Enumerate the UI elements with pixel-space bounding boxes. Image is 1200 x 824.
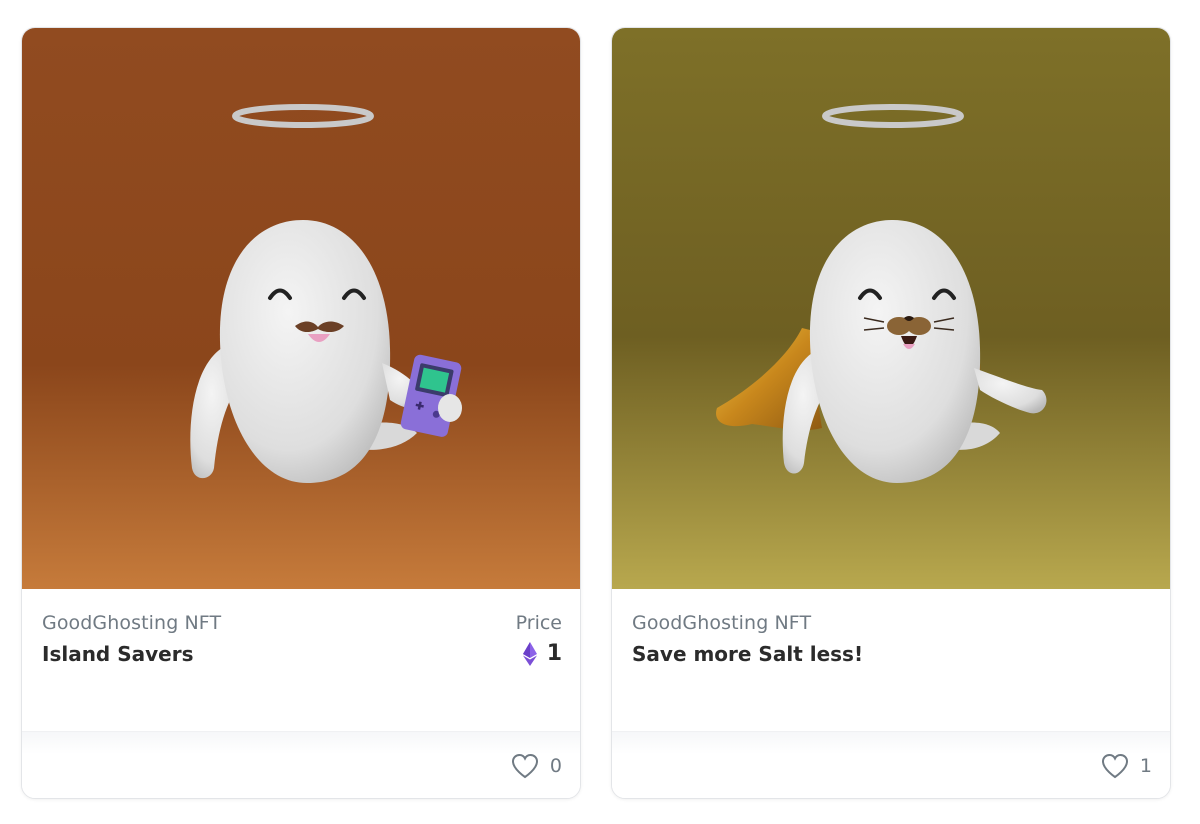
nft-card[interactable]: GoodGhosting NFT Save more Salt less! 1 — [611, 27, 1171, 799]
favorite-button[interactable]: 0 — [510, 752, 562, 780]
like-count: 0 — [549, 755, 562, 777]
ethereum-icon — [522, 641, 537, 666]
nft-card-grid: GoodGhosting NFT Island Savers Price 1 0 — [0, 0, 1200, 824]
heart-icon[interactable] — [1100, 752, 1130, 780]
card-footer: 1 — [612, 731, 1170, 798]
price-amount: 1 — [546, 641, 562, 666]
nft-title[interactable]: Save more Salt less! — [632, 642, 863, 666]
nft-card[interactable]: GoodGhosting NFT Island Savers Price 1 0 — [21, 27, 581, 799]
card-footer: 0 — [22, 731, 580, 798]
price-value: 1 — [522, 641, 562, 666]
ghost-with-gameboy-artwork — [22, 28, 580, 589]
like-count: 1 — [1139, 755, 1152, 777]
collection-name[interactable]: GoodGhosting NFT — [42, 612, 221, 634]
price-label: Price — [515, 612, 562, 634]
nft-image[interactable] — [612, 28, 1170, 589]
heart-icon[interactable] — [510, 752, 540, 780]
nft-image[interactable] — [22, 28, 580, 589]
nft-info: GoodGhosting NFT Island Savers Price 1 — [22, 589, 580, 731]
nft-title[interactable]: Island Savers — [42, 642, 193, 666]
ghost-with-golden-cape-artwork — [612, 28, 1170, 589]
nft-info: GoodGhosting NFT Save more Salt less! — [612, 589, 1170, 731]
favorite-button[interactable]: 1 — [1100, 752, 1152, 780]
collection-name[interactable]: GoodGhosting NFT — [632, 612, 811, 634]
